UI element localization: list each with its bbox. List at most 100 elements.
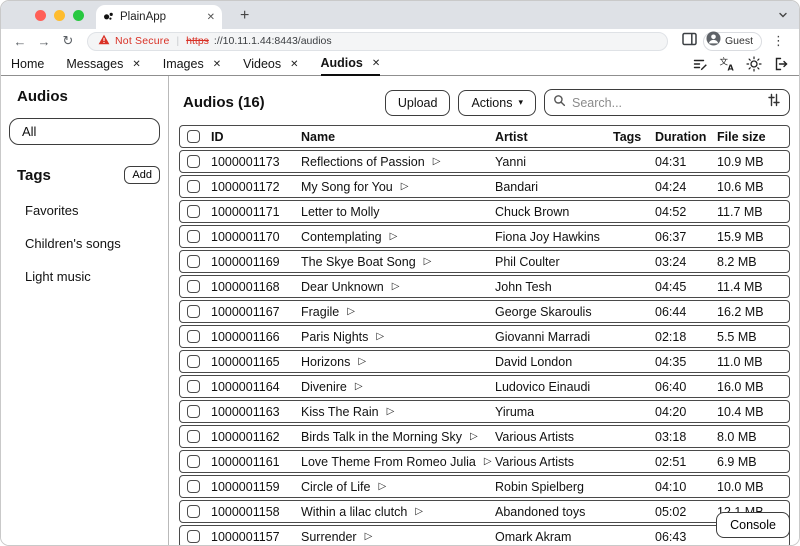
play-icon[interactable]: ▷ bbox=[401, 181, 409, 192]
table-row[interactable]: 1000001173 Reflections of Passion ▷ Yann… bbox=[179, 150, 790, 173]
row-checkbox[interactable] bbox=[187, 305, 200, 318]
app-tab[interactable]: Images ✕ bbox=[163, 53, 221, 76]
actions-button-label: Actions bbox=[471, 96, 512, 110]
table-row[interactable]: 1000001172 My Song for You ▷ Bandari 04:… bbox=[179, 175, 790, 198]
address-bar[interactable]: Not Secure | https ://10.11.1.44:8443/au… bbox=[87, 32, 668, 51]
actions-button[interactable]: Actions ▾ bbox=[458, 90, 536, 116]
cell-duration: 02:51 bbox=[655, 455, 717, 469]
app-header-icons: 文A bbox=[692, 56, 789, 72]
play-icon[interactable]: ▷ bbox=[392, 281, 400, 292]
app-tab[interactable]: Videos ✕ bbox=[243, 53, 298, 76]
table-row[interactable]: 1000001165 Horizons ▷ David London 04:35… bbox=[179, 350, 790, 373]
play-icon[interactable]: ▷ bbox=[433, 156, 441, 167]
app-tab-close-icon[interactable]: ✕ bbox=[213, 59, 221, 70]
app-tab[interactable]: Home ✕ bbox=[11, 53, 44, 76]
profile-avatar-icon bbox=[706, 31, 721, 51]
profile-chip[interactable]: Guest bbox=[703, 32, 762, 51]
table-row[interactable]: 1000001166 Paris Nights ▷ Giovanni Marra… bbox=[179, 325, 790, 348]
row-checkbox[interactable] bbox=[187, 230, 200, 243]
row-checkbox[interactable] bbox=[187, 205, 200, 218]
row-checkbox[interactable] bbox=[187, 505, 200, 518]
row-checkbox[interactable] bbox=[187, 380, 200, 393]
table-row[interactable]: 1000001163 Kiss The Rain ▷ Yiruma 04:20 … bbox=[179, 400, 790, 423]
play-icon[interactable]: ▷ bbox=[390, 231, 398, 242]
table-row[interactable]: 1000001164 Divenire ▷ Ludovico Einaudi 0… bbox=[179, 375, 790, 398]
cell-id: 1000001166 bbox=[211, 330, 301, 344]
add-tag-button[interactable]: Add bbox=[124, 166, 160, 184]
play-icon[interactable]: ▷ bbox=[378, 481, 386, 492]
theme-sun-icon[interactable] bbox=[746, 56, 762, 72]
app-tab-close-icon[interactable]: ✕ bbox=[132, 59, 140, 70]
table-row[interactable]: 1000001167 Fragile ▷ George Skaroulis 06… bbox=[179, 300, 790, 323]
tag-list-item[interactable]: Children's songs bbox=[9, 227, 160, 260]
browser-window: PlainApp ✕ + ← → ↻ Not Secure | https :/… bbox=[0, 0, 800, 546]
table-row[interactable]: 1000001159 Circle of Life ▷ Robin Spielb… bbox=[179, 475, 790, 498]
filter-sliders-icon[interactable] bbox=[767, 93, 781, 112]
table-row[interactable]: 1000001168 Dear Unknown ▷ John Tesh 04:4… bbox=[179, 275, 790, 298]
table-row[interactable]: 1000001170 Contemplating ▷ Fiona Joy Haw… bbox=[179, 225, 790, 248]
app-tab[interactable]: Audios ✕ bbox=[321, 53, 381, 76]
tag-list-item[interactable]: Light music bbox=[9, 260, 160, 293]
app-tab-close-icon[interactable]: ✕ bbox=[372, 58, 380, 69]
browser-tab[interactable]: PlainApp ✕ bbox=[96, 5, 222, 29]
play-icon[interactable]: ▷ bbox=[415, 506, 423, 517]
cell-name: The Skye Boat Song bbox=[301, 255, 416, 269]
play-icon[interactable]: ▷ bbox=[424, 256, 432, 267]
row-checkbox[interactable] bbox=[187, 405, 200, 418]
search-input[interactable] bbox=[572, 96, 761, 110]
table-row[interactable]: 1000001169 The Skye Boat Song ▷ Phil Cou… bbox=[179, 250, 790, 273]
table-row[interactable]: 1000001162 Birds Talk in the Morning Sky… bbox=[179, 425, 790, 448]
cell-duration: 04:52 bbox=[655, 205, 717, 219]
col-header-duration: Duration bbox=[655, 130, 717, 144]
play-icon[interactable]: ▷ bbox=[355, 381, 363, 392]
play-icon[interactable]: ▷ bbox=[365, 531, 373, 542]
translate-icon[interactable]: 文A bbox=[719, 56, 735, 72]
play-icon[interactable]: ▷ bbox=[484, 456, 492, 467]
row-checkbox[interactable] bbox=[187, 430, 200, 443]
row-checkbox[interactable] bbox=[187, 355, 200, 368]
sidebar-item-all[interactable]: All bbox=[9, 118, 160, 145]
play-icon[interactable]: ▷ bbox=[387, 406, 395, 417]
row-checkbox[interactable] bbox=[187, 455, 200, 468]
row-checkbox[interactable] bbox=[187, 330, 200, 343]
new-tab-button[interactable]: + bbox=[234, 5, 255, 29]
cell-name: Within a lilac clutch bbox=[301, 505, 407, 519]
cell-filesize: 10.4 MB bbox=[717, 405, 789, 419]
cell-name: Circle of Life bbox=[301, 480, 370, 494]
table-row[interactable]: 1000001158 Within a lilac clutch ▷ Aband… bbox=[179, 500, 790, 523]
logout-icon[interactable] bbox=[773, 56, 789, 72]
app-tab-close-icon[interactable]: ✕ bbox=[290, 59, 298, 70]
window-maximize-button[interactable] bbox=[73, 10, 84, 21]
row-checkbox[interactable] bbox=[187, 180, 200, 193]
cell-id: 1000001167 bbox=[211, 305, 301, 319]
omnibox-divider: | bbox=[177, 36, 180, 47]
table-row[interactable]: 1000001157 Surrender ▷ Omark Akram 06:43 bbox=[179, 525, 790, 546]
play-icon[interactable]: ▷ bbox=[358, 356, 366, 367]
play-icon[interactable]: ▷ bbox=[376, 331, 384, 342]
task-list-icon[interactable] bbox=[692, 56, 708, 72]
browser-menu-icon[interactable]: ⋮ bbox=[768, 33, 789, 49]
tab-search-chevron-icon[interactable] bbox=[777, 8, 789, 26]
cell-duration: 04:35 bbox=[655, 355, 717, 369]
back-icon[interactable]: ← bbox=[11, 34, 29, 49]
window-minimize-button[interactable] bbox=[54, 10, 65, 21]
window-close-button[interactable] bbox=[35, 10, 46, 21]
row-checkbox[interactable] bbox=[187, 280, 200, 293]
row-checkbox[interactable] bbox=[187, 255, 200, 268]
table-row[interactable]: 1000001171 Letter to Molly ▷ Chuck Brown… bbox=[179, 200, 790, 223]
reload-icon[interactable]: ↻ bbox=[59, 33, 77, 49]
table-row[interactable]: 1000001161 Love Theme From Romeo Julia ▷… bbox=[179, 450, 790, 473]
play-icon[interactable]: ▷ bbox=[470, 431, 478, 442]
row-checkbox[interactable] bbox=[187, 480, 200, 493]
select-all-checkbox[interactable] bbox=[187, 130, 200, 143]
tab-close-icon[interactable]: ✕ bbox=[207, 12, 215, 23]
side-panel-icon[interactable] bbox=[682, 32, 697, 51]
console-button[interactable]: Console bbox=[716, 512, 790, 538]
row-checkbox[interactable] bbox=[187, 155, 200, 168]
upload-button[interactable]: Upload bbox=[385, 90, 451, 116]
row-checkbox[interactable] bbox=[187, 530, 200, 543]
app-tab[interactable]: Messages ✕ bbox=[66, 53, 140, 76]
forward-icon[interactable]: → bbox=[35, 34, 53, 49]
play-icon[interactable]: ▷ bbox=[347, 306, 355, 317]
tag-list-item[interactable]: Favorites bbox=[9, 194, 160, 227]
